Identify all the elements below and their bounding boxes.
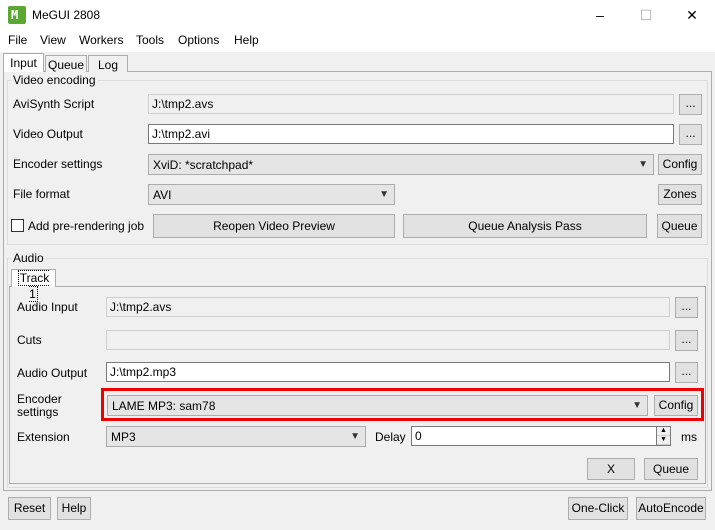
reopen-video-preview-button[interactable]: Reopen Video Preview <box>153 214 395 238</box>
encoder-label-line-2: settings <box>17 405 59 419</box>
spin-down-icon[interactable]: ▼ <box>657 436 670 445</box>
audio-config-button[interactable]: Config <box>654 395 698 416</box>
video-output-field[interactable]: J:\tmp2.avi <box>148 124 674 144</box>
chevron-down-icon: ▼ <box>350 431 360 442</box>
spin-up-icon[interactable]: ▲ <box>657 427 670 436</box>
audio-group-title: Audio <box>11 251 46 265</box>
video-config-button[interactable]: Config <box>658 154 702 175</box>
avisynth-script-label: AviSynth Script <box>13 97 95 111</box>
help-button[interactable]: Help <box>57 497 91 520</box>
menu-tools[interactable]: Tools <box>136 33 164 47</box>
menu-help[interactable]: Help <box>234 33 259 47</box>
chevron-down-icon: ▼ <box>638 159 648 170</box>
maximize-button[interactable]: ☐ <box>623 0 669 30</box>
delay-spinner[interactable]: ▲ ▼ <box>656 426 671 446</box>
video-output-browse-button[interactable]: ... <box>679 124 702 145</box>
chevron-down-icon: ▼ <box>379 189 389 200</box>
avisynth-browse-button[interactable]: ... <box>679 94 702 115</box>
video-queue-button[interactable]: Queue <box>657 214 702 238</box>
audio-input-browse-button[interactable]: ... <box>675 297 698 318</box>
tab-log[interactable]: Log <box>88 55 128 72</box>
audio-encoder-select[interactable]: LAME MP3: sam78 ▼ <box>107 395 648 416</box>
extension-value: MP3 <box>111 430 136 444</box>
audio-input-field[interactable]: J:\tmp2.avs <box>106 297 670 317</box>
audio-encoder-settings-label: Encoder settings <box>17 393 62 419</box>
video-encoding-title: Video encoding <box>11 73 98 87</box>
audio-queue-button[interactable]: Queue <box>644 458 698 480</box>
menu-view[interactable]: View <box>40 33 66 47</box>
audio-output-field[interactable]: J:\tmp2.mp3 <box>106 362 670 382</box>
tab-track-1[interactable]: Track 1 <box>11 269 56 302</box>
extension-label: Extension <box>17 430 70 444</box>
audio-input-label: Audio Input <box>17 300 78 314</box>
tab-input[interactable]: Input <box>3 53 44 72</box>
menu-file[interactable]: File <box>8 33 27 47</box>
app-icon-glyph: M <box>11 8 19 22</box>
audio-output-browse-button[interactable]: ... <box>675 362 698 383</box>
chevron-down-icon: ▼ <box>632 400 642 411</box>
cuts-browse-button[interactable]: ... <box>675 330 698 351</box>
video-encoder-value: XviD: *scratchpad* <box>153 158 254 172</box>
window-title: MeGUI 2808 <box>32 8 101 22</box>
cuts-label: Cuts <box>17 333 42 347</box>
one-click-button[interactable]: One-Click <box>568 497 628 520</box>
file-format-value: AVI <box>153 188 172 202</box>
tab-queue[interactable]: Queue <box>45 55 87 72</box>
extension-select[interactable]: MP3 ▼ <box>106 426 366 447</box>
minimize-button[interactable]: – <box>577 0 623 30</box>
video-output-label: Video Output <box>13 127 83 141</box>
menu-workers[interactable]: Workers <box>79 33 123 47</box>
file-format-select[interactable]: AVI ▼ <box>148 184 395 205</box>
close-button[interactable]: ✕ <box>669 0 715 30</box>
megui-app-icon: M <box>8 6 26 24</box>
video-encoder-select[interactable]: XviD: *scratchpad* ▼ <box>148 154 654 175</box>
avisynth-script-field[interactable]: J:\tmp2.avs <box>148 94 674 114</box>
pre-rendering-label: Add pre-rendering job <box>28 219 145 233</box>
zones-button[interactable]: Zones <box>658 184 702 205</box>
audio-encoder-value: LAME MP3: sam78 <box>112 399 216 413</box>
audio-output-label: Audio Output <box>17 366 88 380</box>
ms-label: ms <box>681 430 697 444</box>
queue-analysis-pass-button[interactable]: Queue Analysis Pass <box>403 214 647 238</box>
file-format-label: File format <box>13 187 70 201</box>
reset-button[interactable]: Reset <box>8 497 51 520</box>
delay-label: Delay <box>375 430 406 444</box>
auto-encode-button[interactable]: AutoEncode <box>636 497 706 520</box>
delay-field[interactable]: 0 <box>411 426 657 446</box>
remove-track-button[interactable]: X <box>587 458 635 480</box>
pre-rendering-checkbox[interactable] <box>11 219 24 232</box>
cuts-field[interactable] <box>106 330 670 350</box>
menu-options[interactable]: Options <box>178 33 219 47</box>
video-encoder-settings-label: Encoder settings <box>13 157 103 171</box>
